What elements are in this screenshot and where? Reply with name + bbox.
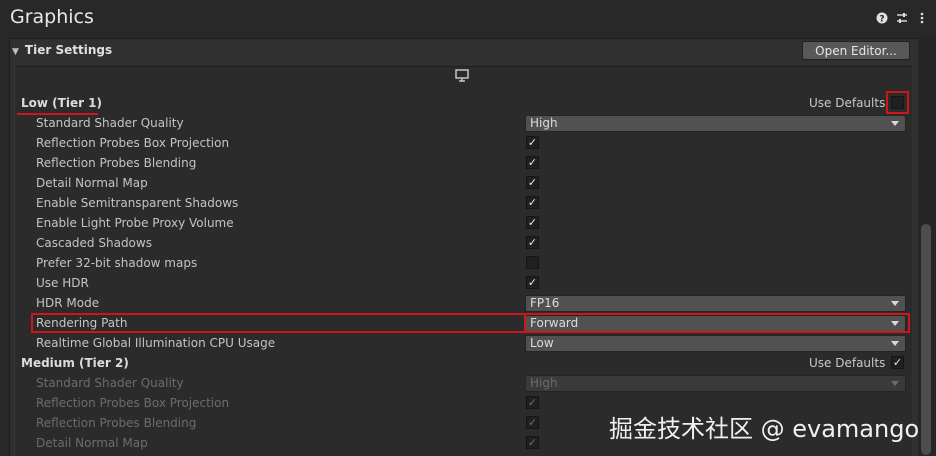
scrollbar-thumb[interactable] [921, 224, 931, 455]
more-menu-icon[interactable] [916, 11, 928, 25]
dropdown-caret-icon [891, 301, 899, 306]
tier-low-use-defaults-label: Use Defaults [809, 96, 886, 110]
standard-shader-quality-dropdown[interactable]: High [525, 115, 906, 132]
window-title: Graphics [10, 6, 94, 28]
tier-low-highlight [17, 113, 98, 115]
row-label: Detail Normal Map [36, 436, 148, 450]
settings-sliders-icon[interactable] [896, 11, 908, 25]
reflection-probes-box-projection-checkbox: ✓ [526, 396, 539, 409]
tier-medium-label: Medium (Tier 2) [21, 356, 129, 370]
watermark: 掘金技术社区 @ evamango [609, 415, 920, 443]
detail-normal-map-checkbox: ✓ [526, 436, 539, 449]
tier-medium-use-defaults-label: Use Defaults [809, 356, 886, 370]
use-hdr-checkbox[interactable]: ✓ [526, 276, 539, 289]
prefer-32bit-shadow-maps-checkbox[interactable] [526, 256, 539, 269]
dropdown-value: FP16 [530, 296, 560, 310]
dropdown-caret-icon [891, 341, 899, 346]
monitor-icon[interactable] [455, 69, 469, 85]
row-label: Prefer 32-bit shadow maps [36, 256, 198, 270]
row-label: Reflection Probes Blending [36, 156, 197, 170]
section-title: Tier Settings [24, 43, 113, 57]
foldout-arrow-icon: ▼ [12, 47, 19, 57]
dropdown-value: High [530, 376, 558, 390]
cascaded-shadows-checkbox[interactable]: ✓ [526, 236, 539, 249]
standard-shader-quality-dropdown: High [525, 375, 906, 392]
semitransparent-shadows-checkbox[interactable]: ✓ [526, 196, 539, 209]
row-label: Cascaded Shadows [36, 236, 152, 250]
rendering-path-highlight-box [31, 313, 910, 333]
row-label: Reflection Probes Box Projection [36, 396, 230, 410]
row-label: Enable Semitransparent Shadows [36, 196, 239, 210]
detail-normal-map-checkbox[interactable]: ✓ [526, 176, 539, 189]
dropdown-value: High [530, 116, 558, 130]
open-editor-button[interactable]: Open Editor... [802, 41, 910, 60]
dropdown-value: Low [530, 336, 554, 350]
help-icon[interactable]: ? [876, 11, 888, 25]
dropdown-caret-icon [891, 121, 899, 126]
row-label: Realtime Global Illumination CPU Usage [36, 336, 276, 350]
row-label: Reflection Probes Box Projection [36, 136, 230, 150]
row-label: Reflection Probes Blending [36, 416, 197, 430]
tier-medium-use-defaults-checkbox[interactable]: ✓ [891, 356, 904, 369]
light-probe-proxy-volume-checkbox[interactable]: ✓ [526, 216, 539, 229]
tier-settings-foldout[interactable]: ▼ Tier Settings [12, 43, 112, 57]
row-label: Use HDR [36, 276, 89, 290]
row-label: Enable Light Probe Proxy Volume [36, 216, 234, 230]
row-label: HDR Mode [36, 296, 100, 310]
row-label: Standard Shader Quality [36, 116, 184, 130]
svg-text:?: ? [879, 15, 884, 25]
realtime-gi-cpu-usage-dropdown[interactable]: Low [525, 335, 906, 352]
dropdown-caret-icon [891, 381, 899, 386]
highlight-divider [524, 314, 526, 332]
row-label: Standard Shader Quality [36, 376, 184, 390]
reflection-probes-blending-checkbox: ✓ [526, 416, 539, 429]
reflection-probes-box-projection-checkbox[interactable]: ✓ [526, 136, 539, 149]
row-label: Detail Normal Map [36, 176, 148, 190]
tier-low-label: Low (Tier 1) [21, 96, 103, 110]
reflection-probes-blending-checkbox[interactable]: ✓ [526, 156, 539, 169]
use-defaults-highlight-box [886, 91, 909, 114]
inspector-header: Graphics ? [0, 0, 936, 36]
hdr-mode-dropdown[interactable]: FP16 [525, 295, 906, 312]
